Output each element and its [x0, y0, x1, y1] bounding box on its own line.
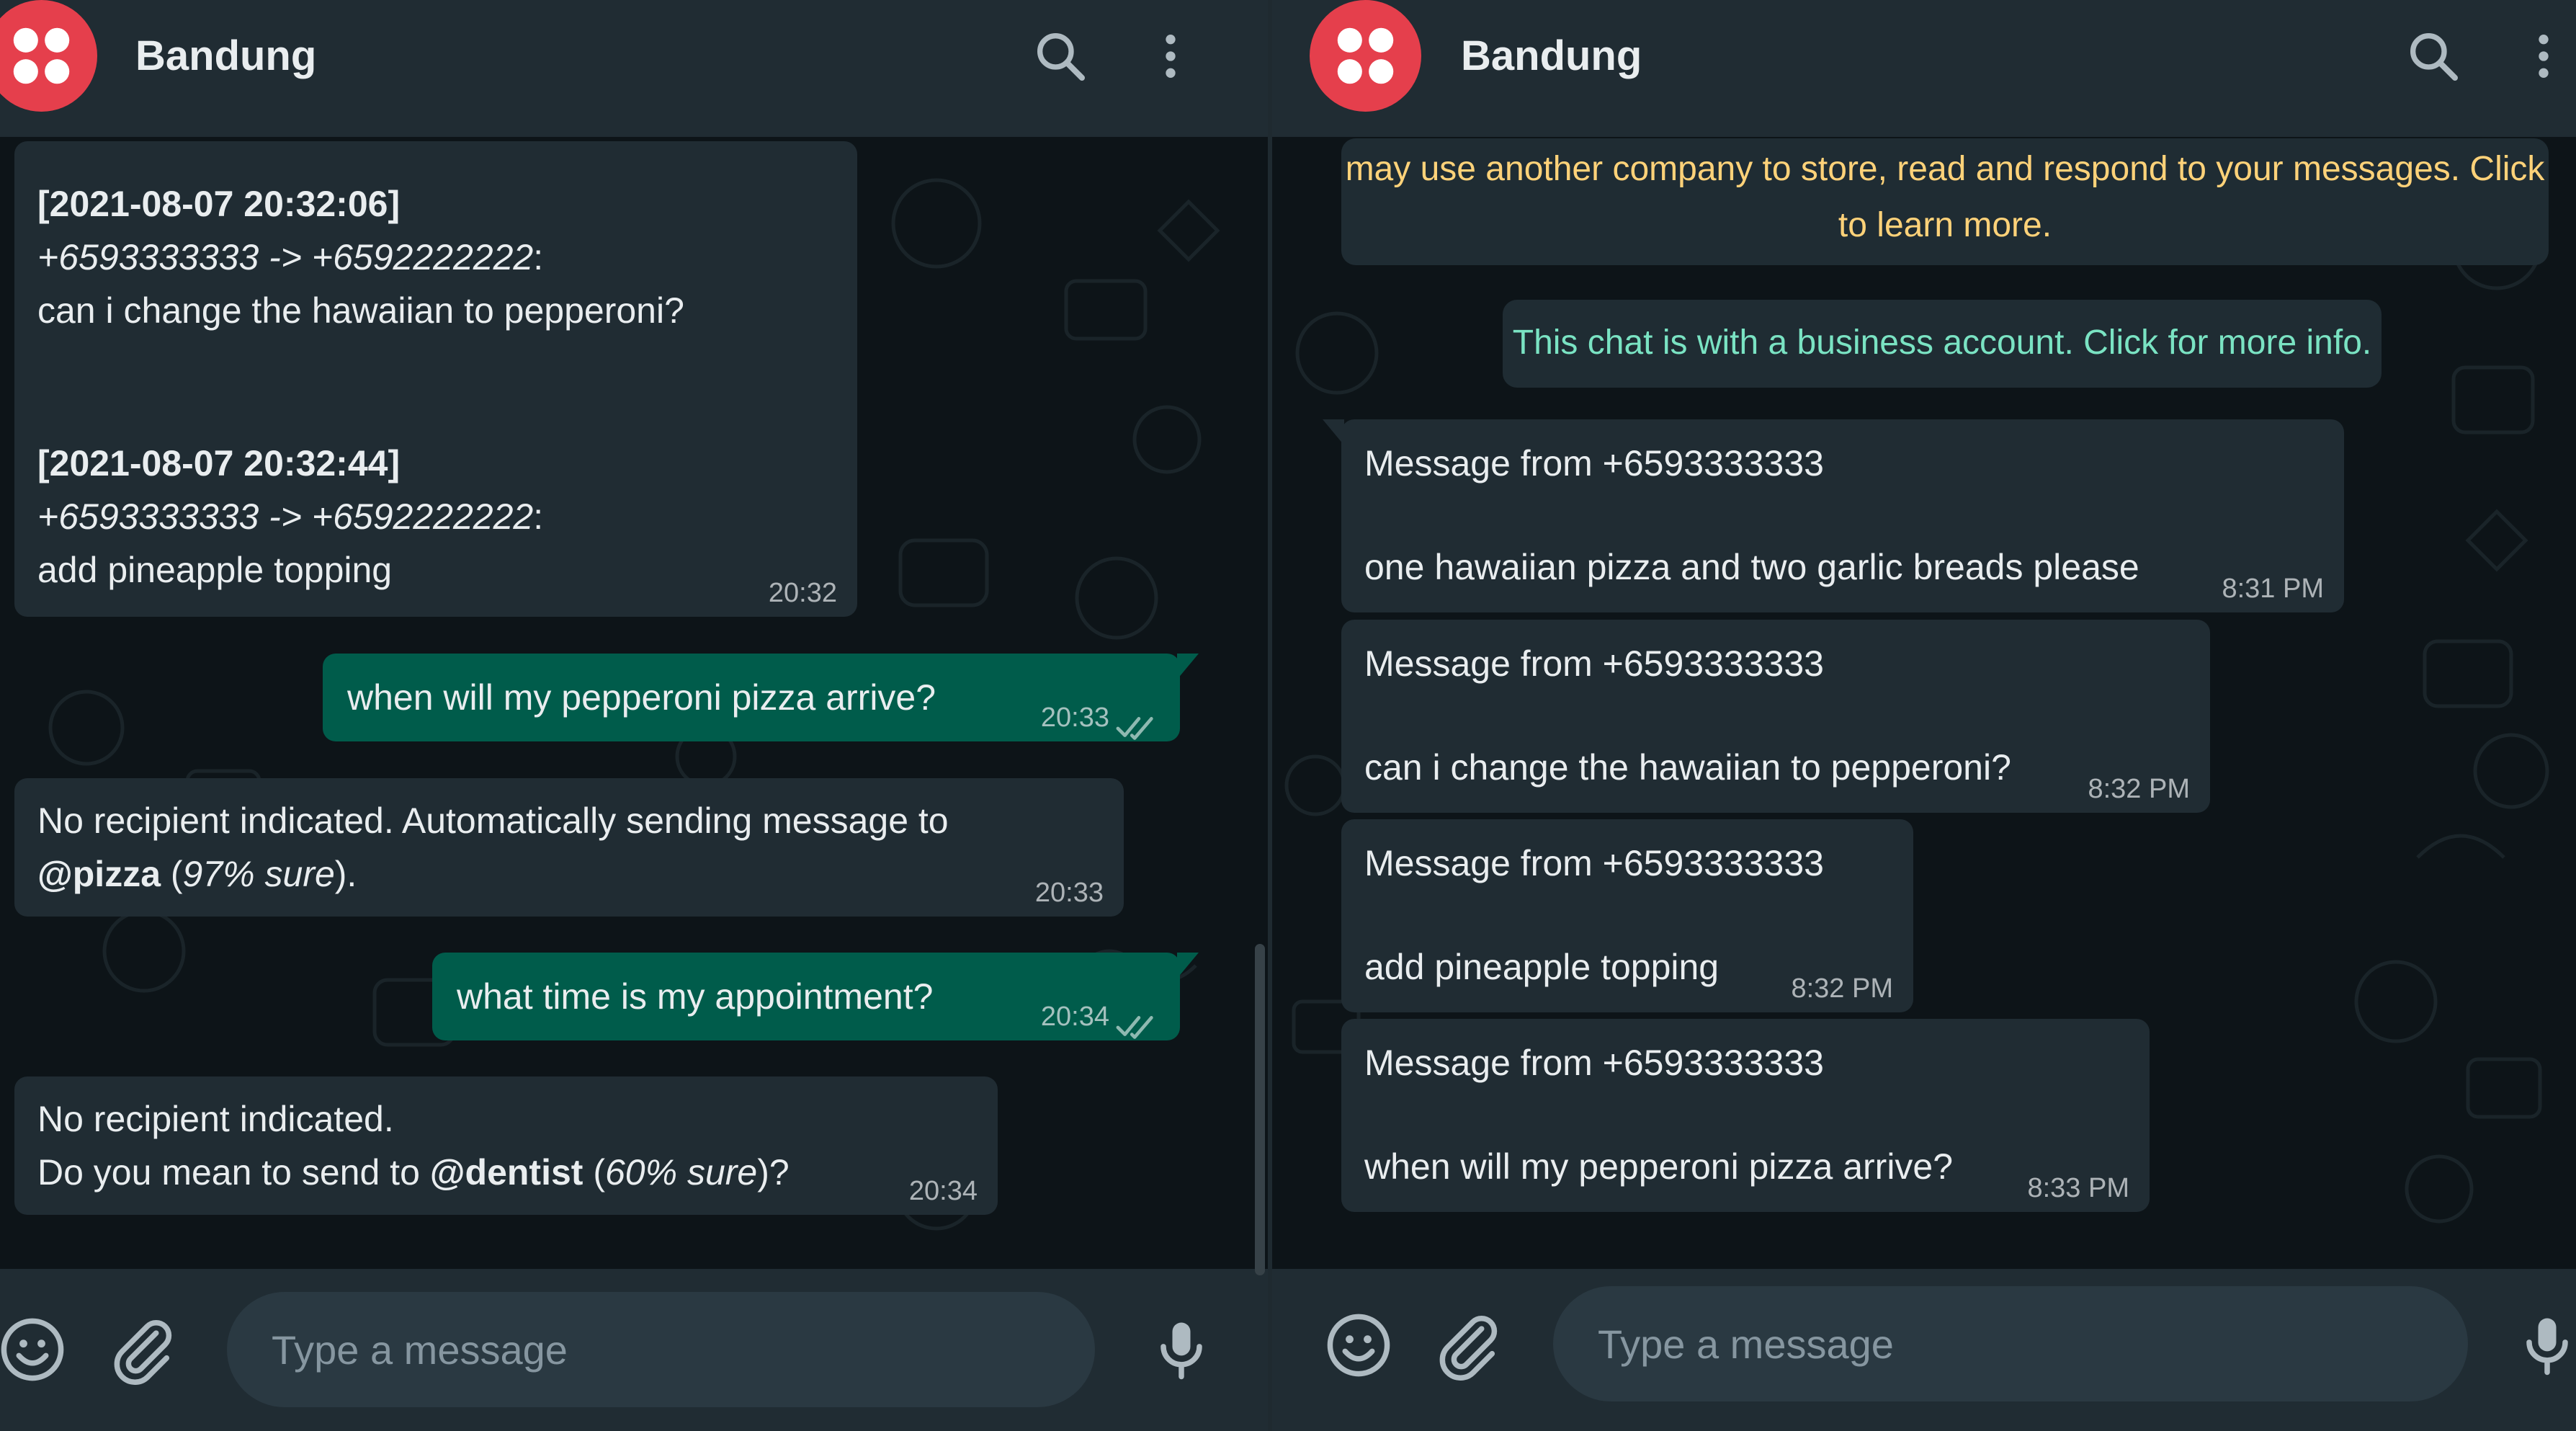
search-icon[interactable] — [2405, 27, 2462, 85]
business-account-notice[interactable]: This chat is with a business account. Cl… — [1503, 300, 2382, 388]
notice-line: to learn more. — [1838, 206, 2052, 244]
attach-icon[interactable] — [107, 1314, 179, 1386]
log-timestamp: [2021-08-07 20:32:06] — [37, 184, 401, 224]
chat-window-right: Bandung may use another company to store… — [1272, 0, 2576, 1431]
message-text: No recipient indicated. — [37, 1099, 394, 1139]
message-composer[interactable] — [1553, 1286, 2468, 1401]
message-title: Message from +6593333333 — [1364, 1043, 1824, 1083]
outgoing-message[interactable]: when will my pepperoni pizza arrive? 20:… — [323, 654, 1199, 741]
message-body: No recipient indicated. Do you mean to s… — [37, 1092, 931, 1199]
search-icon[interactable] — [1032, 27, 1089, 85]
message-time: 20:33 — [1034, 878, 1104, 908]
chat-window-left: Bandung [2021-08-07 20:32:06] +659333333… — [0, 0, 1268, 1431]
incoming-message[interactable]: Message from +6593333333 can i change th… — [1341, 620, 2210, 813]
incoming-message[interactable]: [2021-08-07 20:32:06] +6593333333 -> +65… — [14, 141, 857, 617]
message-time: 8:31 PM — [2222, 574, 2324, 604]
mention-tag[interactable]: @dentist — [430, 1152, 583, 1192]
emoji-icon[interactable] — [1323, 1309, 1395, 1381]
message-input[interactable] — [1598, 1286, 2330, 1401]
message-text: add pineapple topping — [1364, 947, 1719, 987]
confidence-text: 60% sure — [604, 1152, 758, 1192]
incoming-message[interactable]: Message from +6593333333 add pineapple t… — [1341, 819, 1913, 1012]
message-time: 20:33 — [1040, 703, 1109, 733]
menu-dots-icon[interactable] — [2515, 27, 2572, 85]
double-check-icon — [1115, 1002, 1160, 1039]
incoming-message[interactable]: Message from +6593333333 one hawaiian pi… — [1323, 419, 2344, 612]
contact-name[interactable]: Bandung — [135, 32, 316, 80]
message-time: 20:34 — [1040, 1002, 1109, 1032]
notice-line: may use another company to store, read a… — [1345, 150, 2545, 188]
message-text: when will my pepperoni pizza arrive? — [347, 677, 936, 718]
microphone-icon[interactable] — [2511, 1309, 2576, 1381]
composer-bar — [1272, 1269, 2576, 1431]
message-text: No recipient indicated. Automatically se… — [37, 801, 949, 841]
app-logo-icon[interactable] — [1310, 0, 1421, 112]
microphone-icon[interactable] — [1145, 1314, 1217, 1386]
outgoing-message[interactable]: what time is my appointment? 20:34 — [432, 953, 1199, 1040]
log-entry: [2021-08-07 20:32:06] +6593333333 -> +65… — [37, 177, 844, 337]
log-colon: : — [533, 237, 544, 277]
message-time: 8:32 PM — [2088, 774, 2190, 804]
message-title: Message from +6593333333 — [1364, 443, 1824, 483]
bubble-tail — [1323, 419, 1344, 445]
message-time: 8:33 PM — [2027, 1173, 2129, 1203]
attach-icon[interactable] — [1432, 1309, 1504, 1381]
message-text: what time is my appointment? — [457, 976, 934, 1017]
menu-dots-icon[interactable] — [1142, 27, 1199, 85]
log-route: +6593333333 -> +6592222222 — [37, 237, 534, 277]
message-text: one hawaiian pizza and two garlic breads… — [1364, 547, 2139, 587]
log-route: +6593333333 -> +6592222222 — [37, 496, 534, 537]
message-text: when will my pepperoni pizza arrive? — [1364, 1146, 1954, 1187]
message-input[interactable] — [272, 1292, 966, 1407]
double-check-icon — [1115, 703, 1160, 740]
chat-header: Bandung — [0, 0, 1268, 137]
message-title: Message from +6593333333 — [1364, 843, 1824, 883]
message-title: Message from +6593333333 — [1364, 643, 1824, 684]
notice-text: This chat is with a business account. Cl… — [1512, 324, 2372, 362]
composer-bar — [0, 1269, 1268, 1431]
log-timestamp: [2021-08-07 20:32:44] — [37, 443, 401, 483]
message-time: 20:32 — [768, 578, 837, 608]
app-logo-icon[interactable] — [0, 0, 97, 112]
message-time: 20:34 — [908, 1176, 978, 1206]
log-text: add pineapple topping — [37, 550, 393, 590]
message-composer[interactable] — [227, 1292, 1095, 1407]
log-entry: [2021-08-07 20:32:44] +6593333333 -> +65… — [37, 437, 844, 597]
message-time: 8:32 PM — [1791, 973, 1893, 1004]
incoming-message[interactable]: No recipient indicated. Automatically se… — [14, 778, 1124, 917]
mention-tag[interactable]: @pizza — [37, 854, 161, 894]
log-text: can i change the hawaiian to pepperoni? — [37, 290, 684, 331]
log-colon: : — [533, 496, 544, 537]
confidence-text: 97% sure — [182, 854, 335, 894]
bubble-tail — [1177, 953, 1199, 978]
emoji-icon[interactable] — [0, 1314, 68, 1386]
bubble-tail — [1177, 654, 1199, 679]
incoming-message[interactable]: Message from +6593333333 when will my pe… — [1341, 1019, 2150, 1212]
message-text: can i change the hawaiian to pepperoni? — [1364, 747, 2011, 788]
message-body: No recipient indicated. Automatically se… — [37, 794, 1082, 901]
chat-header: Bandung — [1272, 0, 2576, 137]
incoming-message[interactable]: No recipient indicated. Do you mean to s… — [14, 1076, 998, 1215]
contact-name[interactable]: Bandung — [1461, 32, 1642, 80]
chat-scrollbar[interactable] — [1255, 944, 1265, 1275]
encryption-notice[interactable]: may use another company to store, read a… — [1341, 138, 2549, 265]
